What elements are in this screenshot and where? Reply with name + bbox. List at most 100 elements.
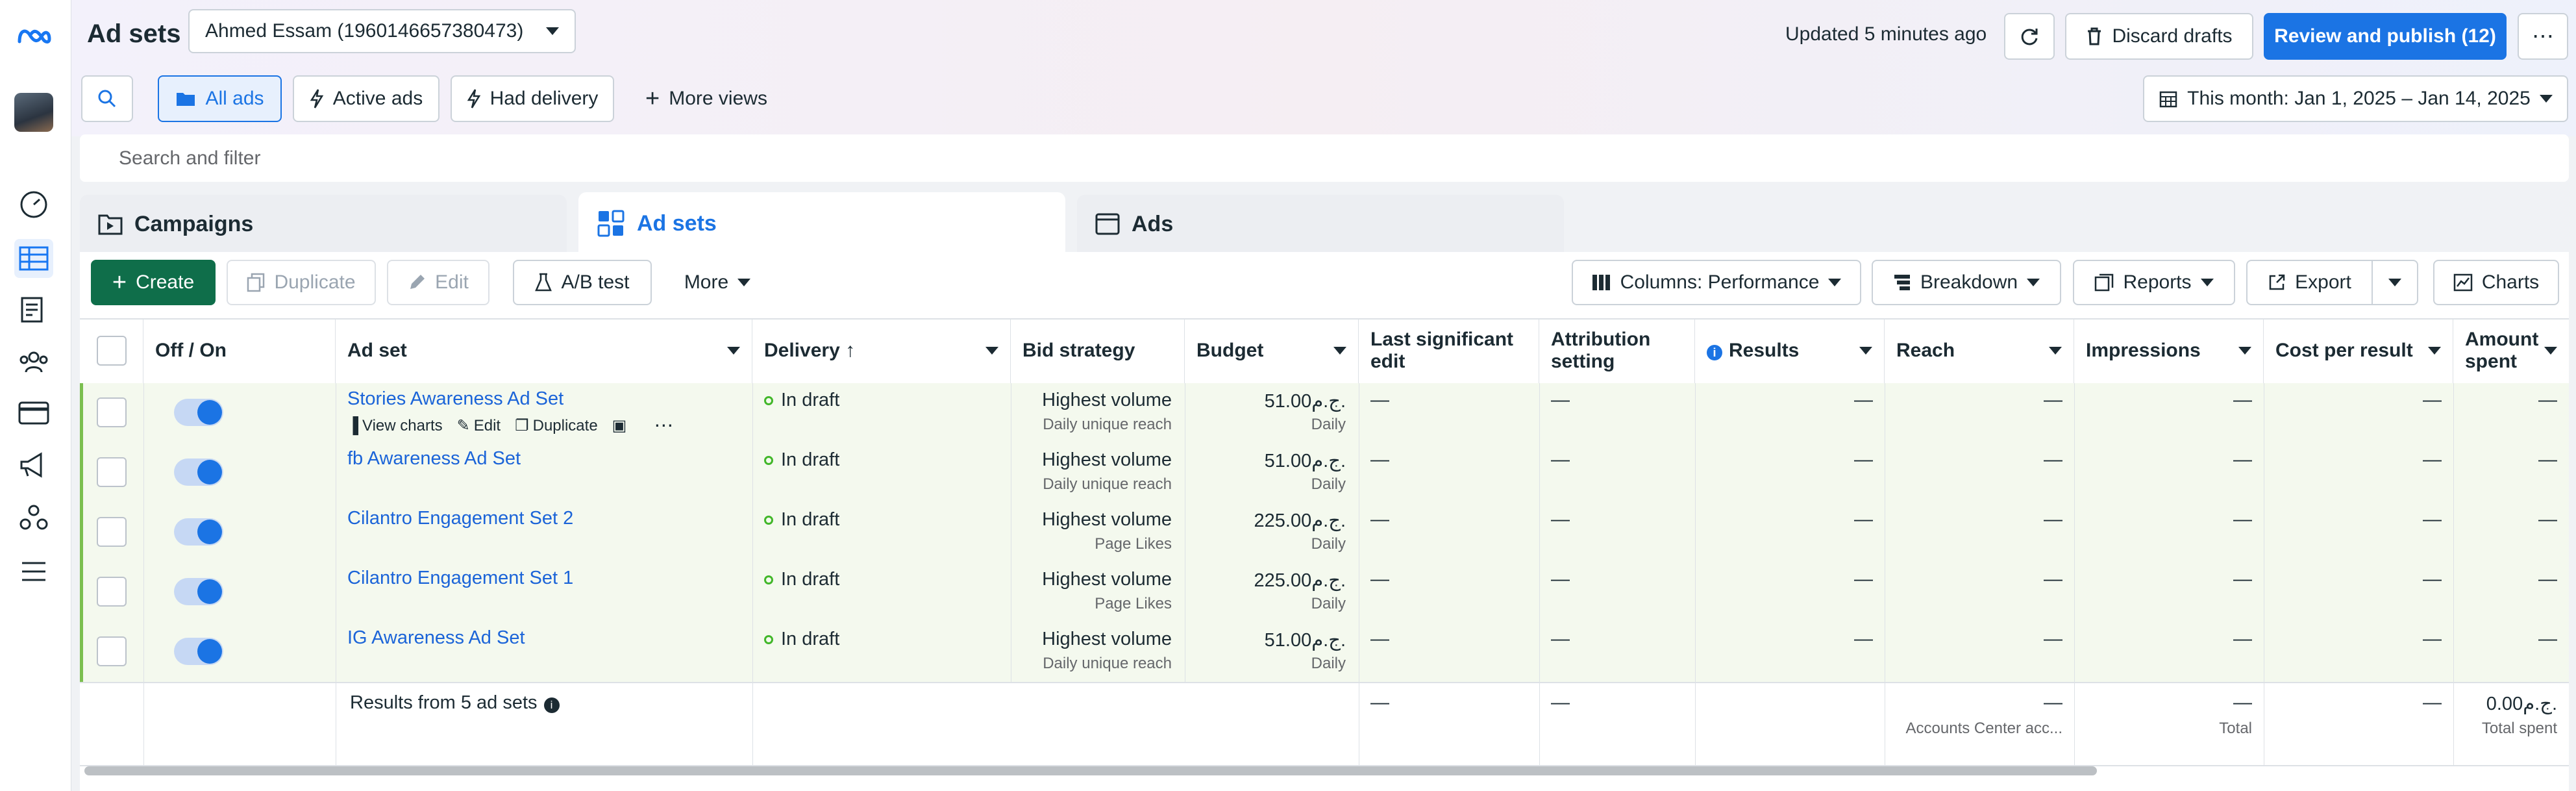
select-all-checkbox[interactable]: [96, 336, 127, 366]
preview-image-icon[interactable]: ▣: [612, 416, 627, 435]
duplicate-button[interactable]: Duplicate: [227, 260, 376, 305]
columns-button[interactable]: Columns: Performance: [1572, 260, 1861, 305]
attribution-value: —: [1551, 509, 1570, 530]
menu-hamburger-icon[interactable]: [14, 552, 53, 591]
col-impressions[interactable]: Impressions: [2074, 318, 2264, 383]
more-options-button[interactable]: ⋯: [2518, 13, 2568, 60]
date-range-picker[interactable]: This month: Jan 1, 2025 – Jan 14, 2025: [2143, 75, 2568, 122]
row-checkbox[interactable]: [97, 457, 127, 487]
row-on-off-toggle[interactable]: [174, 458, 223, 486]
table-row[interactable]: IG Awareness Ad Set In draft Highest volum…: [80, 622, 2569, 682]
row-more-icon[interactable]: ⋯: [654, 414, 673, 437]
active-ads-view-button[interactable]: Active ads: [293, 75, 440, 122]
updated-status: Updated 5 minutes ago: [1785, 23, 1987, 45]
duplicate-action[interactable]: ❐ Duplicate: [515, 416, 598, 435]
edit-action[interactable]: ✎ Edit: [457, 416, 501, 435]
account-selector[interactable]: Ahmed Essam (1960146657380473): [188, 9, 576, 53]
row-checkbox[interactable]: [97, 636, 127, 666]
row-on-off-toggle[interactable]: [174, 638, 223, 665]
row-checkbox[interactable]: [97, 577, 127, 607]
meta-logo-icon[interactable]: [14, 16, 53, 55]
export-dropdown-button[interactable]: [2372, 260, 2418, 305]
adset-name-link[interactable]: IG Awareness Ad Set: [347, 627, 525, 649]
cpr-value: —: [2423, 449, 2442, 470]
col-cpr-label: Cost per result: [2275, 340, 2413, 361]
column-divider: [2074, 383, 2075, 443]
summary-label-text: Results from 5 ad sets: [350, 692, 538, 713]
had-delivery-view-button[interactable]: Had delivery: [451, 75, 614, 122]
delivery-status: In draft: [764, 449, 839, 471]
refresh-button[interactable]: [2004, 13, 2055, 60]
column-divider: [143, 683, 144, 765]
all-ads-view-button[interactable]: All ads: [158, 75, 282, 122]
adset-name-link[interactable]: Stories Awareness Ad Set: [347, 388, 564, 410]
col-budget[interactable]: Budget: [1185, 318, 1359, 383]
column-divider: [1695, 443, 1696, 503]
view-charts-action[interactable]: ▐ View charts: [347, 417, 443, 435]
col-spent-label: Amount spent: [2465, 329, 2539, 372]
col-delivery-label: Delivery ↑: [764, 340, 856, 361]
business-suite-icon[interactable]: [14, 498, 53, 537]
edit-button[interactable]: Edit: [387, 260, 489, 305]
horizontal-scrollbar[interactable]: [84, 766, 2097, 775]
ads-manager-table-icon[interactable]: [14, 239, 53, 278]
reach-value: —: [2044, 509, 2062, 530]
row-on-off-toggle[interactable]: [174, 399, 223, 426]
col-results[interactable]: i Results: [1695, 318, 1885, 383]
col-reach[interactable]: Reach: [1885, 318, 2074, 383]
tab-ads[interactable]: Ads: [1077, 195, 1564, 253]
more-actions-button[interactable]: More: [669, 260, 766, 305]
table-row[interactable]: Stories Awareness Ad Set ▐ View charts ✎ Edi…: [80, 383, 2569, 443]
breakdown-button[interactable]: Breakdown: [1872, 260, 2061, 305]
ab-test-button[interactable]: A/B test: [513, 260, 652, 305]
tab-campaigns[interactable]: Campaigns: [80, 195, 567, 253]
export-button[interactable]: Export: [2246, 260, 2373, 305]
reports-button[interactable]: Reports: [2073, 260, 2235, 305]
search-button[interactable]: [81, 75, 133, 122]
col-spent[interactable]: Amount spent: [2453, 318, 2569, 383]
col-adset[interactable]: Ad set: [336, 318, 752, 383]
chevron-down-icon: [2027, 279, 2040, 286]
more-views-button[interactable]: + More views: [635, 75, 778, 122]
col-onoff: Off / On: [143, 318, 336, 383]
billing-card-icon[interactable]: [14, 394, 53, 433]
bid-strategy: Highest volume: [1042, 390, 1172, 410]
review-publish-button[interactable]: Review and publish (12): [2264, 13, 2507, 60]
delivery-status: In draft: [764, 629, 839, 650]
account-avatar[interactable]: [14, 93, 53, 132]
info-icon: i: [1707, 345, 1722, 360]
column-divider: [2453, 383, 2454, 443]
row-on-off-toggle[interactable]: [174, 518, 223, 546]
adsets-grid-icon: [597, 210, 625, 237]
summary-last-edit: —: [1370, 692, 1389, 713]
row-checkbox[interactable]: [97, 397, 127, 427]
attribution-value: —: [1551, 449, 1570, 470]
column-divider: [143, 622, 144, 682]
search-filter-bar[interactable]: Search and filter: [80, 134, 2569, 182]
table-row[interactable]: Cilantro Engagement Set 2 In draft Highest…: [80, 503, 2569, 562]
summary-attribution: —: [1551, 692, 1570, 713]
row-on-off-toggle[interactable]: [174, 578, 223, 605]
audiences-icon[interactable]: [14, 342, 53, 381]
campaign-megaphone-icon[interactable]: [14, 446, 53, 484]
col-delivery[interactable]: Delivery ↑: [752, 318, 1011, 383]
impressions-value: —: [2233, 629, 2252, 649]
adset-name-link[interactable]: fb Awareness Ad Set: [347, 448, 521, 470]
adset-name-link[interactable]: Cilantro Engagement Set 1: [347, 568, 573, 589]
reports-icon[interactable]: [14, 290, 53, 329]
column-divider: [2074, 683, 2075, 765]
charts-button[interactable]: Charts: [2433, 260, 2559, 305]
discard-drafts-button[interactable]: Discard drafts: [2065, 13, 2253, 60]
columns-label: Columns: Performance: [1620, 271, 1820, 293]
table-row[interactable]: Cilantro Engagement Set 1 In draft Highest…: [80, 562, 2569, 622]
adset-name-link[interactable]: Cilantro Engagement Set 2: [347, 508, 573, 529]
table-row[interactable]: fb Awareness Ad Set In draft Highest volum…: [80, 443, 2569, 503]
tab-adsets[interactable]: Ad sets: [578, 192, 1065, 255]
create-button[interactable]: + Create: [91, 260, 216, 305]
col-cpr[interactable]: Cost per result: [2264, 318, 2453, 383]
chevron-down-icon: [737, 279, 751, 286]
amount-spent-value: —: [2538, 629, 2557, 649]
overview-gauge-icon[interactable]: [14, 185, 53, 224]
info-icon[interactable]: i: [543, 697, 560, 713]
row-checkbox[interactable]: [97, 517, 127, 547]
